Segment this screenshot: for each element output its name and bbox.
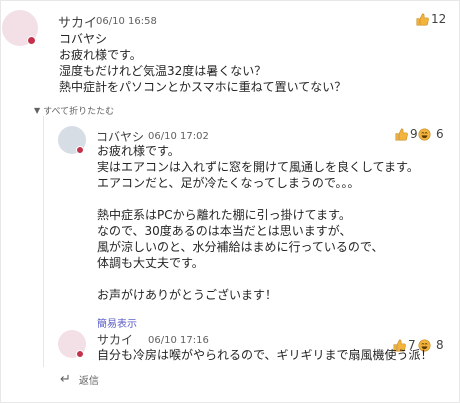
message-timestamp: 06/10 17:02 [148,131,209,142]
thumbs-up-icon [416,13,429,25]
top-divider [0,0,460,1]
mention[interactable]: コバヤシ [59,31,346,47]
laugh-icon [418,127,431,141]
reply-button[interactable]: ↵ 返信 [60,372,99,387]
reaction-count: 8 [436,338,444,352]
reaction-count: 6 [436,127,444,141]
message-body: 自分も冷房は喉がやられるので、ギリギリまで扇風機使う派！ [97,347,433,363]
message-line: 風が涼しいのと、水分補給はまめに行っているので、 [97,240,384,254]
message-line [97,271,419,287]
message-line: 実はエアコンは入れずに窓を開けて風通しを良くしてます。 [97,160,419,174]
presence-busy-icon [76,350,84,358]
message-line [97,191,419,207]
message-line: お声がけありがとうございます！ [97,288,278,302]
message-author: サカイ [58,16,98,31]
reaction-like[interactable]: 9 [395,127,418,141]
reaction-like[interactable]: 12 [416,12,446,26]
reply-label: 返信 [78,376,99,387]
message-body: お疲れ様です。 実はエアコンは入れずに窓を開けて風通しを良くしてます。 エアコン… [97,143,419,303]
reply-arrow-icon: ↵ [60,372,71,387]
thread-divider [43,116,44,367]
reaction-laugh[interactable]: 6 [418,127,444,141]
message-line: エアコンだと、足が冷たくなってしまうので。。。 [97,176,360,190]
message-line: お疲れ様です。 [97,144,180,158]
message-line: 熱中症計をパソコンとかスマホに重ねて置いてない？ [59,80,347,94]
message-timestamp: 06/10 16:58 [96,16,157,27]
message-body: コバヤシ お疲れ様です。 湿度もだけれど気温32度は暑くない？ 熱中症計をパソコ… [59,31,346,95]
message-line: 湿度もだけれど気温32度は暑くない？ [59,64,267,78]
thumbs-up-icon [395,128,408,140]
message-line: 自分も冷房は喉がやられるので、ギリギリまで扇風機使う派！ [97,348,433,362]
presence-busy-icon [27,36,36,45]
presence-busy-icon [76,146,84,154]
message-line: なので、30度あるのは本当だとは思いますが、 [97,224,352,238]
show-less-link[interactable]: 簡易表示 [97,315,137,330]
reaction-count: 9 [410,127,418,141]
reaction-count: 12 [431,12,447,26]
message-line: 体調も大丈夫です。 [97,256,204,270]
message-line: 熱中症系はPCから離れた棚に引っ掛けてます。 [97,208,351,222]
chevron-down-icon: ▼ [34,106,41,115]
message-author: サカイ [97,333,134,347]
message-timestamp: 06/10 17:16 [148,335,209,346]
message-line: お疲れ様です。 [59,48,142,62]
